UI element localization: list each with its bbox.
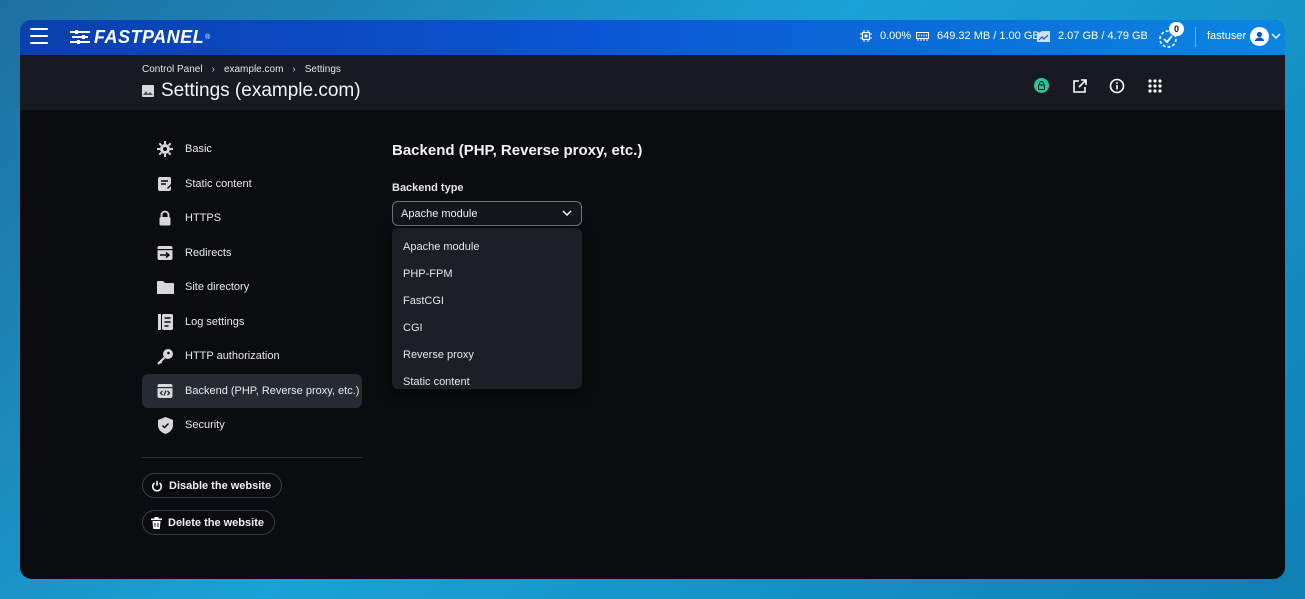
- log-icon: [156, 313, 174, 331]
- logo-registered: ®: [205, 33, 211, 41]
- info-icon[interactable]: [1108, 77, 1126, 95]
- backend-type-label: Backend type: [392, 182, 464, 194]
- breadcrumb-separator: ›: [211, 64, 215, 75]
- backend-type-select[interactable]: Apache module: [392, 201, 582, 226]
- sidebar-item-backend[interactable]: Backend (PHP, Reverse proxy, etc.): [142, 373, 362, 408]
- option-static-content[interactable]: Static content: [392, 368, 582, 389]
- sidebar-item-static-content[interactable]: Static content: [142, 167, 362, 202]
- breadcrumb-control-panel[interactable]: Control Panel: [142, 64, 203, 75]
- backend-type-value: Apache module: [401, 207, 478, 220]
- cpu-stat: 0.00%: [860, 30, 911, 42]
- top-bar: FASTPANEL ® 0.00% 649.32 MB / 1.00 GB 2.: [20, 20, 1285, 55]
- backend-type-dropdown: Apache module PHP-FPM FastCGI CGI Revers…: [392, 228, 582, 389]
- power-icon: [152, 480, 162, 491]
- redirect-icon: [156, 244, 174, 262]
- delete-website-label: Delete the website: [168, 516, 264, 529]
- chevron-down-icon[interactable]: [1271, 32, 1281, 40]
- app-window: FASTPANEL ® 0.00% 649.32 MB / 1.00 GB 2.: [20, 20, 1285, 579]
- sidebar-item-label: Backend (PHP, Reverse proxy, etc.): [185, 384, 360, 397]
- sidebar-item-label: Log settings: [185, 315, 245, 328]
- cpu-icon: [860, 30, 872, 42]
- topbar-divider: [1195, 27, 1196, 47]
- sidebar-item-security[interactable]: Security: [142, 408, 362, 443]
- chevron-down-icon: [562, 210, 572, 217]
- document-icon: [156, 175, 174, 193]
- memory-icon: [916, 32, 929, 41]
- sidebar-item-log-settings[interactable]: Log settings: [142, 305, 362, 340]
- sidebar-divider: [142, 457, 362, 458]
- sidebar-item-basic[interactable]: Basic: [142, 132, 362, 167]
- apps-grid-icon[interactable]: [1146, 77, 1164, 95]
- ram-stat: 649.32 MB / 1.00 GB: [916, 30, 1040, 42]
- external-link-icon[interactable]: [1071, 77, 1089, 95]
- disable-website-button[interactable]: Disable the website: [142, 473, 283, 498]
- menu-icon[interactable]: [30, 28, 48, 44]
- gear-icon: [156, 140, 174, 158]
- disable-website-label: Disable the website: [169, 479, 272, 492]
- lock-icon: [1038, 81, 1045, 90]
- breadcrumb-current: Settings: [304, 64, 341, 75]
- folder-icon: [156, 278, 174, 296]
- sidebar-item-label: Static content: [185, 177, 252, 190]
- page-header: Control Panel › example.com › Settings S…: [20, 55, 1285, 110]
- sidebar-item-label: Basic: [185, 143, 212, 156]
- fastpanel-logo[interactable]: FASTPANEL ®: [70, 26, 210, 48]
- option-php-fpm[interactable]: PHP-FPM: [392, 260, 582, 287]
- sidebar-item-site-directory[interactable]: Site directory: [142, 270, 362, 305]
- option-reverse-proxy[interactable]: Reverse proxy: [392, 341, 582, 368]
- page-title-text: Settings (example.com): [161, 80, 361, 101]
- sidebar-item-http-authorization[interactable]: HTTP authorization: [142, 339, 362, 374]
- lock-icon: [156, 209, 174, 227]
- sidebar-item-label: Security: [185, 419, 225, 432]
- image-icon: [142, 85, 154, 97]
- settings-sidebar: Basic Static content HTTPS Redirects Sit…: [142, 132, 362, 443]
- sidebar-item-label: HTTP authorization: [185, 350, 280, 363]
- shield-icon: [156, 416, 174, 434]
- delete-website-button[interactable]: Delete the website: [142, 510, 275, 535]
- sidebar-item-label: Redirects: [185, 246, 232, 259]
- trash-icon: [151, 516, 162, 529]
- option-apache-module[interactable]: Apache module: [392, 233, 582, 260]
- disk-icon: [1037, 30, 1050, 42]
- username[interactable]: fastuser: [1207, 30, 1246, 42]
- page-title: Settings (example.com): [142, 80, 361, 102]
- code-icon: [156, 382, 174, 400]
- logo-mark-icon: [70, 30, 90, 44]
- section-title: Backend (PHP, Reverse proxy, etc.): [392, 142, 643, 159]
- user-icon: [1254, 31, 1265, 41]
- disk-stat: 2.07 GB / 4.79 GB: [1037, 30, 1148, 42]
- breadcrumb-site[interactable]: example.com: [224, 64, 283, 75]
- breadcrumb-separator: ›: [292, 64, 296, 75]
- ram-value: 649.32 MB / 1.00 GB: [937, 30, 1040, 42]
- option-fastcgi[interactable]: FastCGI: [392, 287, 582, 314]
- option-cgi[interactable]: CGI: [392, 314, 582, 341]
- sidebar-item-https[interactable]: HTTPS: [142, 201, 362, 236]
- ssl-status-badge[interactable]: [1034, 78, 1049, 93]
- breadcrumb: Control Panel › example.com › Settings: [142, 64, 341, 75]
- disk-value: 2.07 GB / 4.79 GB: [1058, 30, 1148, 42]
- cpu-value: 0.00%: [880, 30, 912, 42]
- sidebar-item-label: Site directory: [185, 281, 250, 294]
- logo-text: FASTPANEL: [94, 26, 205, 47]
- tasks-count-badge: 0: [1169, 22, 1184, 36]
- sidebar-item-redirects[interactable]: Redirects: [142, 236, 362, 271]
- avatar[interactable]: [1250, 27, 1269, 46]
- sidebar-item-label: HTTPS: [185, 212, 222, 225]
- key-icon: [156, 347, 174, 365]
